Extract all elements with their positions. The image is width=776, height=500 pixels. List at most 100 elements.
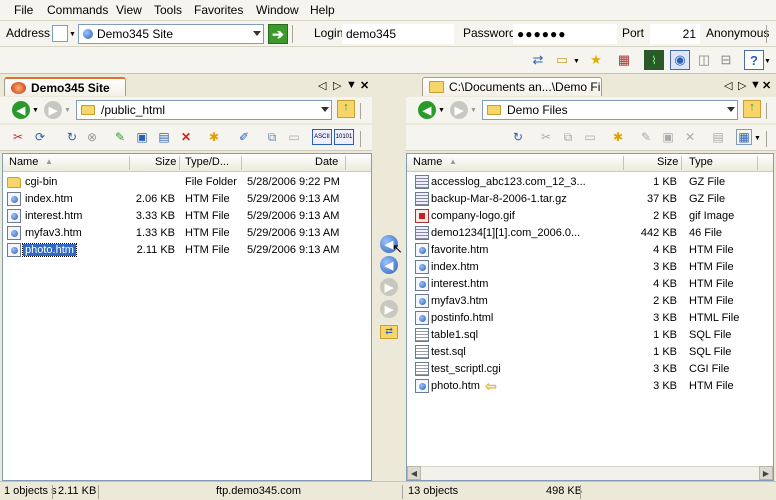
port-input[interactable]: 21 xyxy=(650,24,700,44)
column-divider[interactable] xyxy=(179,156,180,170)
view-split-icon[interactable]: ◫ xyxy=(694,50,714,70)
copy-icon[interactable]: ⧉ xyxy=(560,129,576,145)
reconnect-icon[interactable]: ⟳ xyxy=(32,129,48,145)
forward-icon[interactable]: ▶ xyxy=(450,101,468,119)
column-divider[interactable] xyxy=(241,156,242,170)
table-row[interactable]: favorite.htm 4 KB HTM File xyxy=(407,242,773,259)
table-row[interactable]: myfav3.htm 1.33 KB HTM File 5/29/2006 9:… xyxy=(3,225,371,242)
parent-folder-icon[interactable]: ↑ xyxy=(743,100,761,118)
table-row[interactable]: table1.sql 1 KB SQL File xyxy=(407,327,773,344)
toolbar-grip[interactable] xyxy=(360,103,366,119)
tab-list-icon[interactable]: ▼ xyxy=(346,79,357,91)
left-path-select[interactable]: /public_html xyxy=(76,100,332,120)
upload-arrow-icon[interactable]: ▶ xyxy=(380,278,398,296)
back-icon[interactable]: ◀ xyxy=(418,101,436,119)
chevron-down-icon[interactable]: ▼ xyxy=(69,31,76,38)
anonymous-checkbox-label[interactable]: Anonymous xyxy=(706,26,769,40)
tab-close-icon[interactable]: ✕ xyxy=(360,79,369,92)
column-divider[interactable] xyxy=(345,156,346,170)
upload-queue-icon[interactable]: ▶ xyxy=(380,300,398,318)
graph-icon[interactable]: ⌇ xyxy=(644,50,664,70)
new-folder-icon[interactable]: ✱ xyxy=(610,129,626,145)
column-type[interactable]: Type xyxy=(689,156,713,168)
table-row[interactable]: demo1234[1][1].com_2006.0... 442 KB 46 F… xyxy=(407,225,773,242)
chevron-down-icon[interactable]: ▼ xyxy=(438,107,445,114)
help-icon[interactable]: ? xyxy=(744,50,764,70)
table-row[interactable]: photo.htm ⇦ 3 KB HTM File xyxy=(407,378,773,395)
open-folder-icon[interactable]: ▭ xyxy=(552,50,572,70)
go-button[interactable]: ➔ xyxy=(268,24,288,44)
copy-icon[interactable]: ⧉ xyxy=(264,129,280,145)
refresh-icon[interactable]: ↻ xyxy=(64,129,80,145)
menu-window[interactable]: Window xyxy=(256,3,299,17)
table-row[interactable]: backup-Mar-8-2006-1.tar.gz 37 KB GZ File xyxy=(407,191,773,208)
parent-folder-icon[interactable]: ↑ xyxy=(337,100,355,118)
chevron-down-icon[interactable]: ▼ xyxy=(764,58,771,65)
column-size[interactable]: Size xyxy=(155,156,176,168)
column-date[interactable]: Date xyxy=(315,156,338,168)
connect-icon[interactable]: ⇄ xyxy=(528,50,548,70)
menu-commands[interactable]: Commands xyxy=(47,3,108,17)
queue-icon[interactable]: ▦ xyxy=(614,50,634,70)
toolbar-grip[interactable] xyxy=(292,25,298,43)
binary-mode-icon[interactable]: 10101 xyxy=(334,129,354,145)
site-select[interactable]: Demo345 Site xyxy=(78,24,264,44)
delete-icon[interactable]: ✕ xyxy=(682,129,698,145)
tab-local-folder[interactable]: C:\Documents an...\Demo Files xyxy=(422,77,602,96)
menu-view[interactable]: View xyxy=(116,3,142,17)
table-row[interactable]: cgi-bin File Folder 5/28/2006 9:22 PM xyxy=(3,174,371,191)
edit-icon[interactable]: ✎ xyxy=(638,129,654,145)
scroll-left-icon[interactable]: ◀ xyxy=(407,466,421,480)
paste-icon[interactable]: ▭ xyxy=(286,129,302,145)
page-icon[interactable] xyxy=(52,25,68,42)
column-divider[interactable] xyxy=(623,156,624,170)
chevron-down-icon[interactable]: ▼ xyxy=(32,107,39,114)
column-name[interactable]: Name xyxy=(413,156,442,168)
chevron-down-icon[interactable]: ▼ xyxy=(64,107,71,114)
tab-close-icon[interactable]: ✕ xyxy=(762,79,771,92)
delete-icon[interactable]: ✕ xyxy=(178,129,194,145)
view-icon[interactable]: ▤ xyxy=(156,129,172,145)
table-row-selected[interactable]: photo.htm 2.11 KB HTM File 5/29/2006 9:1… xyxy=(3,242,371,259)
table-row[interactable]: postinfo.html 3 KB HTML File xyxy=(407,310,773,327)
toolbar-grip[interactable] xyxy=(766,103,772,119)
tab-prev-icon[interactable]: ◁ xyxy=(318,79,326,92)
toolbar-grip[interactable] xyxy=(766,25,772,43)
scroll-right-icon[interactable]: ▶ xyxy=(759,466,773,480)
column-type[interactable]: Type/D... xyxy=(185,156,229,168)
column-name[interactable]: Name xyxy=(9,156,38,168)
back-icon[interactable]: ◀ xyxy=(12,101,30,119)
stop-icon[interactable]: ⊗ xyxy=(84,129,100,145)
chevron-down-icon[interactable]: ▼ xyxy=(573,58,580,65)
forward-icon[interactable]: ▶ xyxy=(44,101,62,119)
table-row[interactable]: myfav3.htm 2 KB HTM File xyxy=(407,293,773,310)
column-divider[interactable] xyxy=(757,156,758,170)
table-row[interactable]: accesslog_abc123.com_12_3... 1 KB GZ Fil… xyxy=(407,174,773,191)
properties-icon[interactable]: ▣ xyxy=(134,129,150,145)
horizontal-scrollbar[interactable]: ◀ ▶ xyxy=(407,466,773,480)
properties-icon[interactable]: ▣ xyxy=(660,129,676,145)
edit-icon[interactable]: ✎ xyxy=(112,129,128,145)
new-folder-icon[interactable]: ✱ xyxy=(206,129,222,145)
right-path-select[interactable]: Demo Files xyxy=(482,100,738,120)
view-mode-icon[interactable]: ▦ xyxy=(736,129,752,145)
table-row[interactable]: index.htm 3 KB HTM File xyxy=(407,259,773,276)
tab-prev-icon[interactable]: ◁ xyxy=(724,79,732,92)
column-divider[interactable] xyxy=(681,156,682,170)
print-icon[interactable]: ▤ xyxy=(710,129,726,145)
password-input[interactable]: ●●●●●● xyxy=(513,24,617,44)
table-row[interactable]: company-logo.gif 2 KB gif Image xyxy=(407,208,773,225)
tab-next-icon[interactable]: ▷ xyxy=(333,79,341,92)
cut-icon[interactable]: ✂ xyxy=(538,129,554,145)
refresh-icon[interactable]: ↻ xyxy=(510,129,526,145)
chevron-down-icon[interactable]: ▼ xyxy=(470,107,477,114)
sync-folders-icon[interactable]: ⇄ xyxy=(380,325,398,339)
disconnect-icon[interactable]: ✂ xyxy=(10,129,26,145)
login-input[interactable]: demo345 xyxy=(342,24,454,44)
table-row[interactable]: test.sql 1 KB SQL File xyxy=(407,344,773,361)
tab-remote-site[interactable]: Demo345 Site xyxy=(4,77,126,96)
tab-next-icon[interactable]: ▷ xyxy=(738,79,746,92)
view-single-icon[interactable]: ◉ xyxy=(670,50,690,70)
favorites-star-icon[interactable]: ★ xyxy=(586,50,606,70)
table-row[interactable]: test_scriptl.cgi 3 KB CGI File xyxy=(407,361,773,378)
